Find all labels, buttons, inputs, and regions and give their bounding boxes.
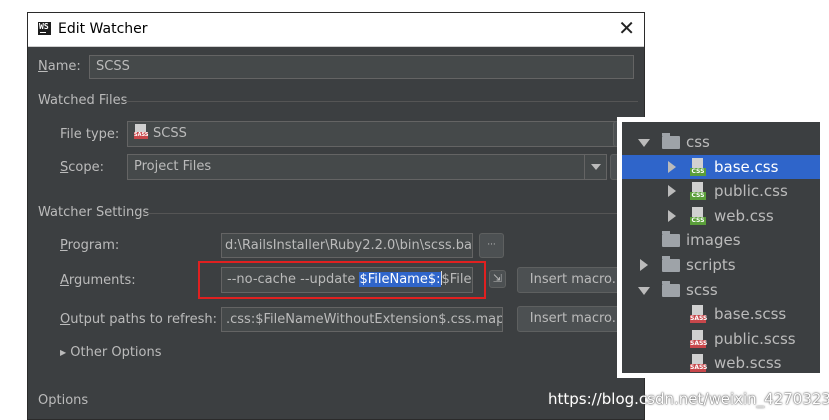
tree-item-label: web.css bbox=[714, 206, 774, 225]
tree-item-base-css[interactable]: CSS base.css bbox=[622, 154, 820, 179]
arguments-text-tail: $FileN bbox=[441, 272, 473, 287]
tree-item-label: scripts bbox=[686, 256, 736, 274]
arguments-input[interactable]: --no-cache --update $FileName$:$FileN bbox=[221, 267, 473, 293]
file-type-value: SCSS bbox=[153, 126, 187, 141]
tree-item-label: css bbox=[686, 133, 710, 151]
chevron-right-icon: ▶ bbox=[60, 348, 67, 357]
tree-item-web-scss[interactable]: SASS web.scss bbox=[622, 351, 820, 373]
sass-file-icon: SASS bbox=[134, 124, 148, 139]
tree-item-public-css[interactable]: CSS public.css bbox=[622, 179, 820, 203]
scope-label: Scope: bbox=[60, 160, 104, 175]
project-tree: css CSS base.css CSS public.css CSS web.css ima… bbox=[622, 122, 820, 373]
css-file-icon: CSS bbox=[690, 157, 706, 176]
tree-item-css[interactable]: css bbox=[622, 130, 820, 154]
arguments-label: Arguments: bbox=[60, 273, 136, 288]
tree-item-label: scss bbox=[686, 280, 718, 299]
tree-item-label: base.css bbox=[714, 157, 779, 176]
chevron-down-icon[interactable] bbox=[638, 286, 650, 295]
section-divider bbox=[143, 213, 638, 214]
dialog-titlebar: WS Edit Watcher ✕ bbox=[28, 13, 644, 47]
tree-item-web-css[interactable]: CSS web.css bbox=[622, 204, 820, 228]
watermark: https://blog.csdn.net/weixin_42703239 bbox=[548, 390, 829, 408]
edit-watcher-dialog: WS Edit Watcher ✕ Name: SCSS Watched Fil… bbox=[27, 12, 645, 420]
ws-logo-icon: WS bbox=[38, 22, 51, 35]
name-label: Name: bbox=[38, 59, 81, 74]
expand-icon[interactable]: ⇲ bbox=[489, 270, 506, 288]
tree-item-scripts[interactable]: scripts bbox=[622, 253, 820, 277]
output-paths-label: Output paths to refresh: bbox=[60, 312, 218, 327]
tree-item-label: public.scss bbox=[714, 329, 796, 348]
arguments-text: --no-cache --update bbox=[227, 272, 360, 287]
output-paths-input[interactable]: .css:$FileNameWithoutExtension$.css.map bbox=[221, 307, 503, 332]
css-file-icon: CSS bbox=[690, 182, 706, 201]
tree-item-label: public.css bbox=[714, 182, 788, 201]
file-type-label: File type: bbox=[60, 127, 120, 142]
arguments-selection: $FileName$: bbox=[359, 272, 441, 287]
tree-item-base-scss[interactable]: SASS base.scss bbox=[622, 302, 820, 326]
tree-item-public-scss[interactable]: SASS public.scss bbox=[622, 327, 820, 351]
sass-file-icon: SASS bbox=[690, 329, 707, 348]
dialog-title: Edit Watcher bbox=[58, 21, 148, 37]
chevron-down-icon[interactable] bbox=[638, 139, 650, 147]
chevron-right-icon[interactable] bbox=[668, 185, 676, 198]
options-section: Options bbox=[38, 393, 89, 408]
other-options-label: Other Options bbox=[70, 345, 162, 360]
folder-icon bbox=[662, 280, 680, 297]
program-input[interactable]: d:\RailsInstaller\Ruby2.2.0\bin\scss.bat bbox=[221, 233, 473, 258]
sass-file-icon: SASS bbox=[690, 305, 707, 324]
file-type-combo[interactable]: SASS SCSS bbox=[127, 121, 623, 147]
chevron-right-icon[interactable] bbox=[668, 209, 676, 222]
tree-item-label: images bbox=[686, 231, 741, 250]
chevron-right-icon[interactable] bbox=[668, 160, 676, 173]
chevron-down-icon[interactable] bbox=[584, 155, 606, 179]
other-options-toggle[interactable]: ▶ Other Options bbox=[60, 345, 162, 360]
tree-item-label: base.scss bbox=[714, 305, 787, 324]
close-icon[interactable]: ✕ bbox=[618, 16, 635, 40]
tree-item-images[interactable]: images bbox=[622, 228, 820, 252]
tree-item-scss[interactable]: scss bbox=[622, 278, 820, 302]
tree-item-label: web.scss bbox=[714, 354, 782, 373]
css-file-icon: CSS bbox=[690, 206, 706, 225]
folder-icon bbox=[662, 133, 680, 149]
section-divider bbox=[123, 101, 638, 102]
chevron-right-icon[interactable] bbox=[640, 259, 648, 271]
sass-file-icon: SASS bbox=[690, 354, 707, 373]
project-tree-panel: css CSS base.css CSS public.css CSS web.css ima… bbox=[617, 117, 825, 378]
scope-combo[interactable]: Project Files bbox=[127, 154, 607, 180]
folder-icon bbox=[662, 256, 680, 272]
watched-files-section: Watched Files bbox=[38, 93, 128, 108]
program-browse-button[interactable]: ··· bbox=[479, 233, 504, 258]
program-label: Program: bbox=[60, 238, 120, 253]
folder-icon bbox=[662, 231, 680, 248]
scope-value: Project Files bbox=[134, 159, 212, 174]
watcher-settings-section: Watcher Settings bbox=[38, 205, 150, 220]
name-input[interactable]: SCSS bbox=[89, 55, 634, 79]
